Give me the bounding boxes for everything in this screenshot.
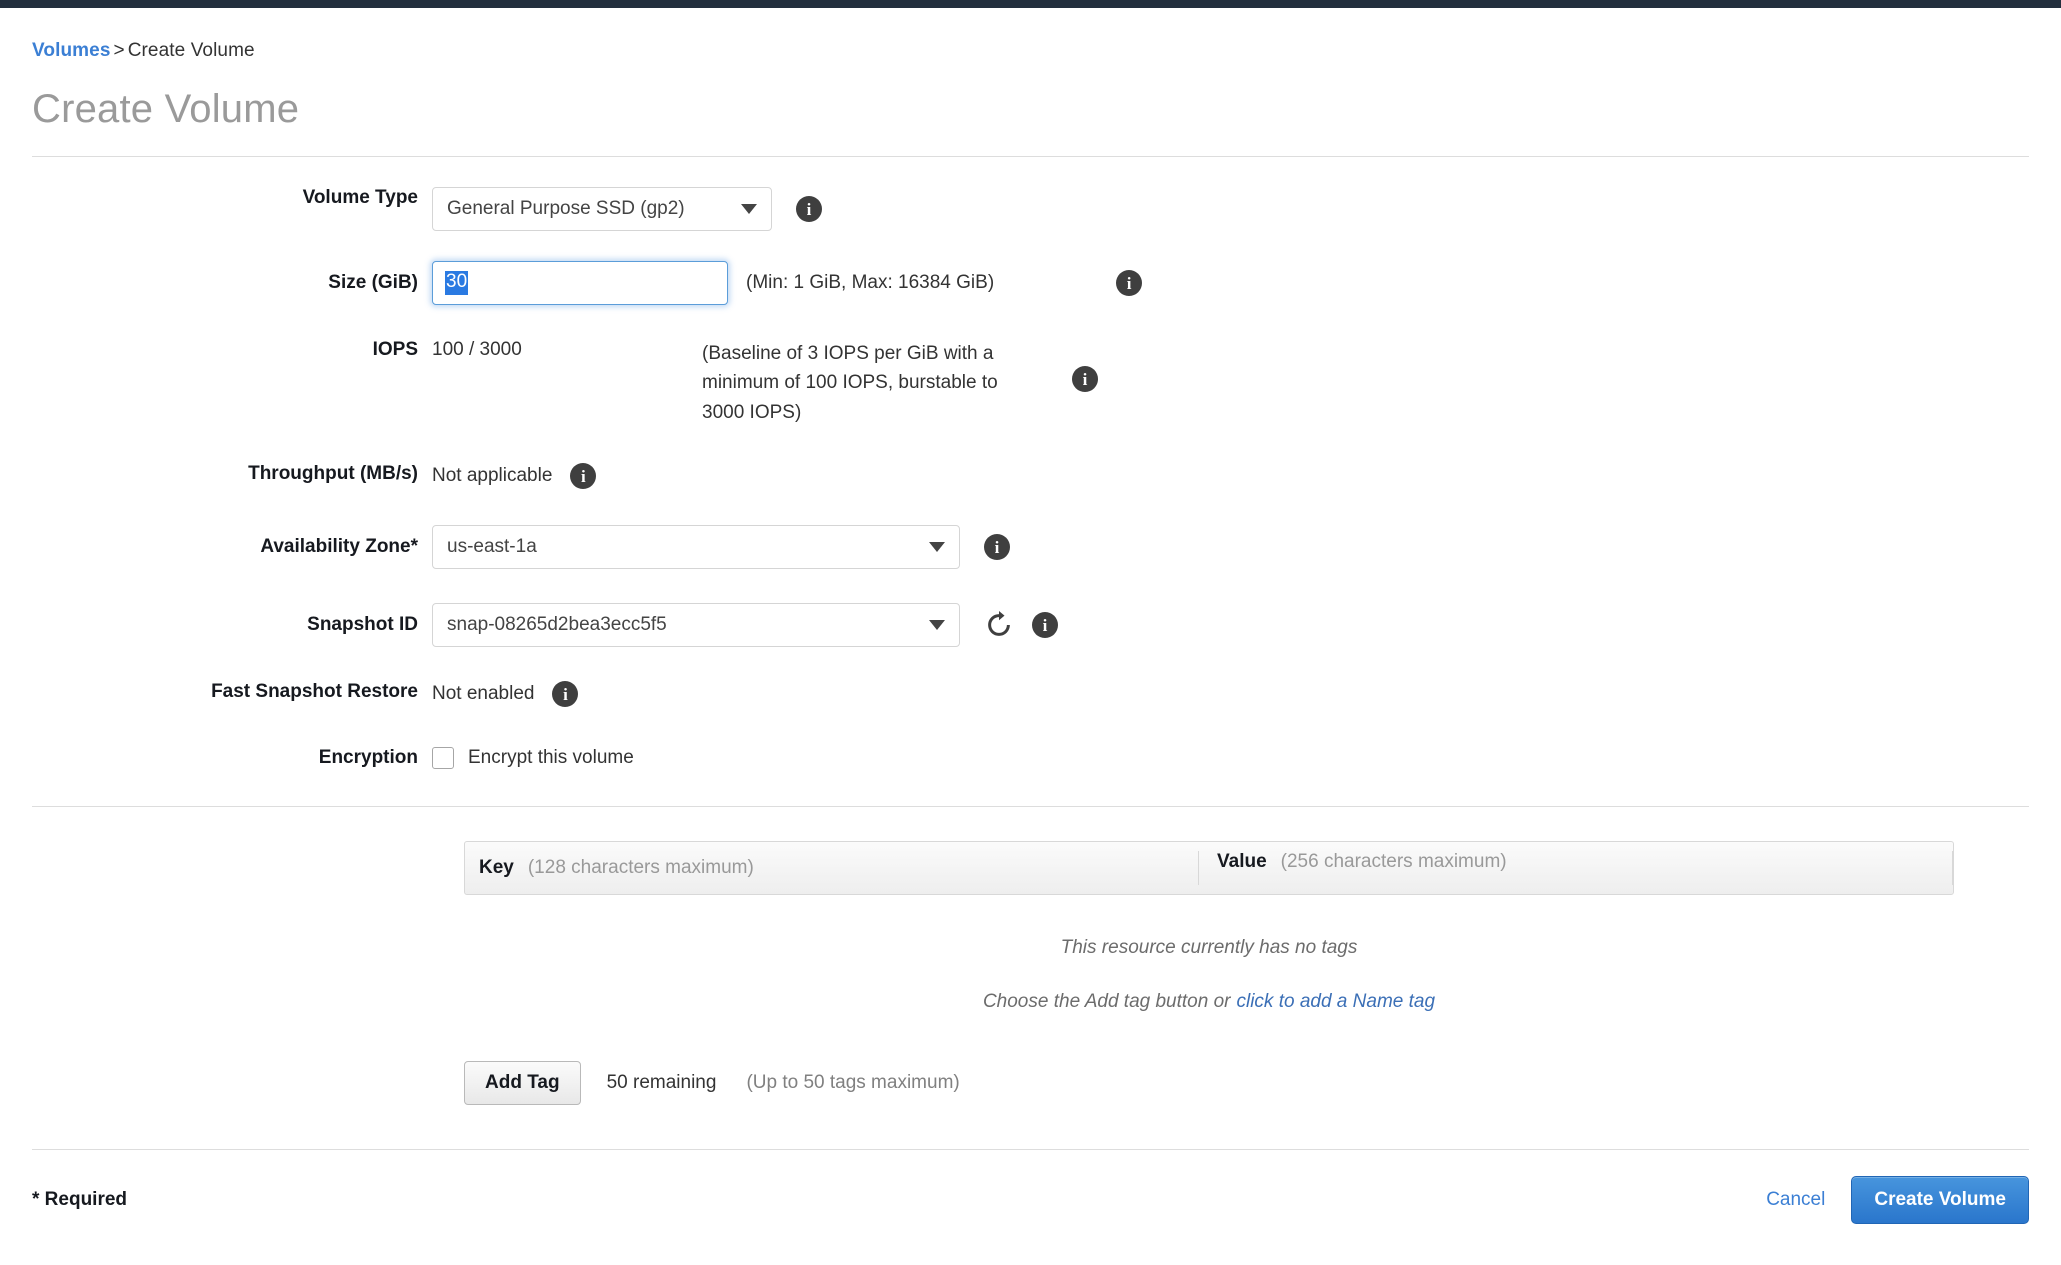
throughput-value: Not applicable: [432, 465, 553, 487]
tags-max-note: (Up to 50 tags maximum): [746, 1072, 960, 1094]
form-row-size: Size (GiB) 30 (Min: 1 GiB, Max: 16384 Gi…: [32, 261, 2029, 305]
cancel-button[interactable]: Cancel: [1766, 1189, 1825, 1211]
size-info-icon[interactable]: i: [1116, 270, 1143, 296]
size-hint: (Min: 1 GiB, Max: 16384 GiB): [746, 272, 995, 293]
encrypt-volume-checkbox[interactable]: [432, 747, 454, 770]
form-row-availability-zone: Availability Zone* us-east-1a i: [32, 525, 2029, 570]
snapshot-id-label: Snapshot ID: [307, 614, 418, 636]
breadcrumb: Volumes > Create Volume: [32, 8, 2029, 62]
refresh-icon[interactable]: [984, 610, 1014, 640]
throughput-info-icon[interactable]: i: [570, 463, 597, 490]
form-row-throughput: Throughput (MB/s) Not applicable i: [32, 463, 2029, 490]
availability-zone-label: Availability Zone*: [260, 536, 418, 558]
volume-type-value: General Purpose SSD (gp2): [447, 198, 685, 219]
required-note: * Required: [32, 1189, 128, 1211]
tags-header-key: Key (128 characters maximum): [465, 857, 1198, 879]
encryption-label: Encryption: [318, 747, 418, 769]
tags-empty-hint-prefix: Choose the Add tag button or: [982, 991, 1231, 1013]
chevron-down-icon: [929, 542, 945, 553]
form-row-fast-snapshot-restore: Fast Snapshot Restore Not enabled i: [32, 681, 2029, 708]
encrypt-volume-checkbox-label[interactable]: Encrypt this volume: [468, 747, 634, 769]
volume-type-label: Volume Type: [302, 187, 418, 208]
availability-zone-value: us-east-1a: [447, 536, 537, 558]
tags-key-hint: (128 characters maximum): [527, 857, 754, 879]
form-row-snapshot-id: Snapshot ID snap-08265d2bea3ecc5f5 i: [32, 603, 2029, 648]
chevron-down-icon: [741, 204, 757, 214]
top-nav-bar: [0, 0, 2061, 8]
throughput-label: Throughput (MB/s): [248, 463, 418, 485]
iops-info-icon[interactable]: i: [1072, 366, 1098, 392]
volume-type-select[interactable]: General Purpose SSD (gp2): [432, 187, 772, 231]
footer-actions: * Required Cancel Create Volume: [32, 1150, 2029, 1225]
tags-key-label: Key: [479, 857, 514, 879]
tags-remaining-count: 50 remaining: [606, 1072, 717, 1094]
tags-empty-hint: Choose the Add tag button or click to add…: [464, 991, 1954, 1013]
size-input[interactable]: 30: [432, 261, 728, 305]
iops-note: (Baseline of 3 IOPS per GiB with a minim…: [702, 343, 998, 423]
tags-value-hint: (256 characters maximum): [1280, 851, 1507, 873]
form-row-encryption: Encryption Encrypt this volume: [32, 747, 2029, 770]
fast-snapshot-restore-label: Fast Snapshot Restore: [211, 681, 418, 703]
snapshot-id-select[interactable]: snap-08265d2bea3ecc5f5: [432, 603, 960, 648]
create-volume-form: Volume Type General Purpose SSD (gp2) i …: [32, 157, 2029, 770]
breadcrumb-separator: >: [113, 40, 125, 61]
tags-empty-state: This resource currently has no tags Choo…: [464, 895, 1954, 1013]
add-name-tag-link[interactable]: click to add a Name tag: [1236, 991, 1435, 1012]
tags-table-header: Key (128 characters maximum) Value (256 …: [464, 841, 1954, 896]
availability-zone-info-icon[interactable]: i: [984, 534, 1010, 561]
chevron-down-icon: [929, 620, 945, 631]
iops-value: 100 / 3000: [432, 339, 522, 360]
form-row-iops: IOPS 100 / 3000 (Baseline of 3 IOPS per …: [32, 339, 2029, 427]
form-row-volume-type: Volume Type General Purpose SSD (gp2) i: [32, 187, 2029, 231]
page-container: Volumes > Create Volume Create Volume Volu…: [0, 8, 2061, 1225]
fast-snapshot-restore-value: Not enabled: [432, 683, 535, 705]
fast-snapshot-restore-info-icon[interactable]: i: [552, 681, 579, 708]
size-label: Size (GiB): [328, 272, 418, 293]
create-volume-button[interactable]: Create Volume: [1851, 1176, 2029, 1225]
breadcrumb-link-volumes[interactable]: Volumes: [32, 40, 110, 61]
add-tag-button[interactable]: Add Tag: [464, 1061, 581, 1106]
volume-type-info-icon[interactable]: i: [796, 196, 822, 222]
tags-empty-message: This resource currently has no tags: [1060, 937, 1358, 959]
tags-header-value: Value (256 characters maximum): [1198, 851, 1952, 886]
snapshot-id-value: snap-08265d2bea3ecc5f5: [447, 614, 667, 636]
availability-zone-select[interactable]: us-east-1a: [432, 525, 960, 570]
snapshot-id-info-icon[interactable]: i: [1032, 612, 1058, 639]
page-title: Create Volume: [32, 87, 300, 131]
add-tag-row: Add Tag 50 remaining (Up to 50 tags maxi…: [464, 1061, 2029, 1106]
tags-section: Key (128 characters maximum) Value (256 …: [32, 807, 2029, 1106]
iops-label: IOPS: [372, 339, 418, 360]
tags-value-label: Value: [1217, 851, 1267, 873]
tags-header-right-divider: [1952, 851, 1953, 886]
size-input-value: 30: [445, 271, 469, 295]
breadcrumb-current: Create Volume: [127, 40, 255, 61]
